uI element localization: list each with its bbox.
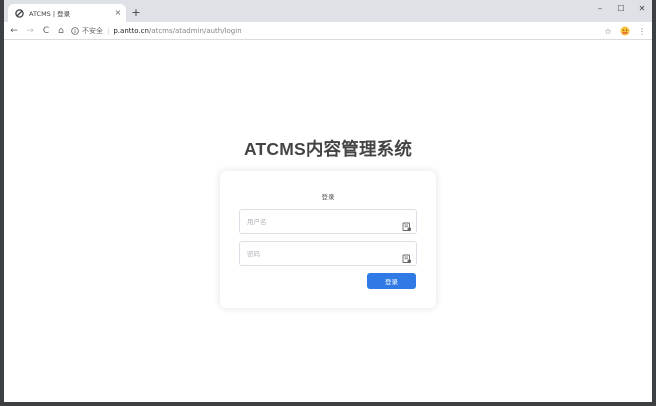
password-field <box>239 241 417 266</box>
login-card: 登录 用户名 登录 <box>220 171 436 308</box>
home-button[interactable]: ⌂ <box>55 24 67 38</box>
close-window-button[interactable]: ✕ <box>632 2 652 14</box>
page-content: ATCMS内容管理系统 登录 用户名 登录 <box>4 41 652 402</box>
site-favicon-icon <box>14 8 24 18</box>
new-tab-button[interactable]: + <box>130 7 142 19</box>
bookmark-star-icon[interactable]: ☆ <box>602 24 614 38</box>
maximize-button[interactable]: ☐ <box>611 2 631 14</box>
password-input[interactable] <box>240 242 416 265</box>
browser-tab[interactable]: ATCMS | 登录 × <box>8 4 126 22</box>
address-separator: | <box>107 27 110 35</box>
forward-button[interactable]: → <box>24 24 36 38</box>
autofill-key-icon[interactable] <box>402 217 412 232</box>
username-field <box>239 209 417 234</box>
tab-close-icon[interactable]: × <box>114 9 122 17</box>
url-path: /atcms/atadmin/auth/login <box>148 27 242 35</box>
login-button[interactable]: 登录 <box>367 273 416 289</box>
browser-menu-icon[interactable]: ⋮ <box>636 24 648 38</box>
back-button[interactable]: ← <box>8 24 20 38</box>
tab-strip: ATCMS | 登录 × + – ☐ ✕ <box>4 0 652 22</box>
info-icon[interactable] <box>70 27 79 36</box>
address-bar[interactable]: 不安全 | p.antto.cn /atcms/atadmin/auth/log… <box>70 24 596 38</box>
reload-button[interactable]: C <box>40 24 52 38</box>
profile-avatar-icon[interactable] <box>619 24 631 38</box>
login-card-heading: 登录 <box>321 193 335 201</box>
autofill-key-icon[interactable] <box>402 249 412 264</box>
tab-title: ATCMS | 登录 <box>29 10 71 18</box>
page-title: ATCMS内容管理系统 <box>243 139 413 159</box>
security-label: 不安全 <box>82 27 103 35</box>
username-input[interactable] <box>240 210 416 233</box>
browser-toolbar: ← → C ⌂ 不安全 | p.antto.cn /atcms/atadmin/… <box>4 22 652 40</box>
url-host: p.antto.cn <box>113 27 149 35</box>
browser-window: ATCMS | 登录 × + – ☐ ✕ ← → C ⌂ 不安全 | p.ant… <box>4 0 652 402</box>
minimize-button[interactable]: – <box>590 2 610 14</box>
